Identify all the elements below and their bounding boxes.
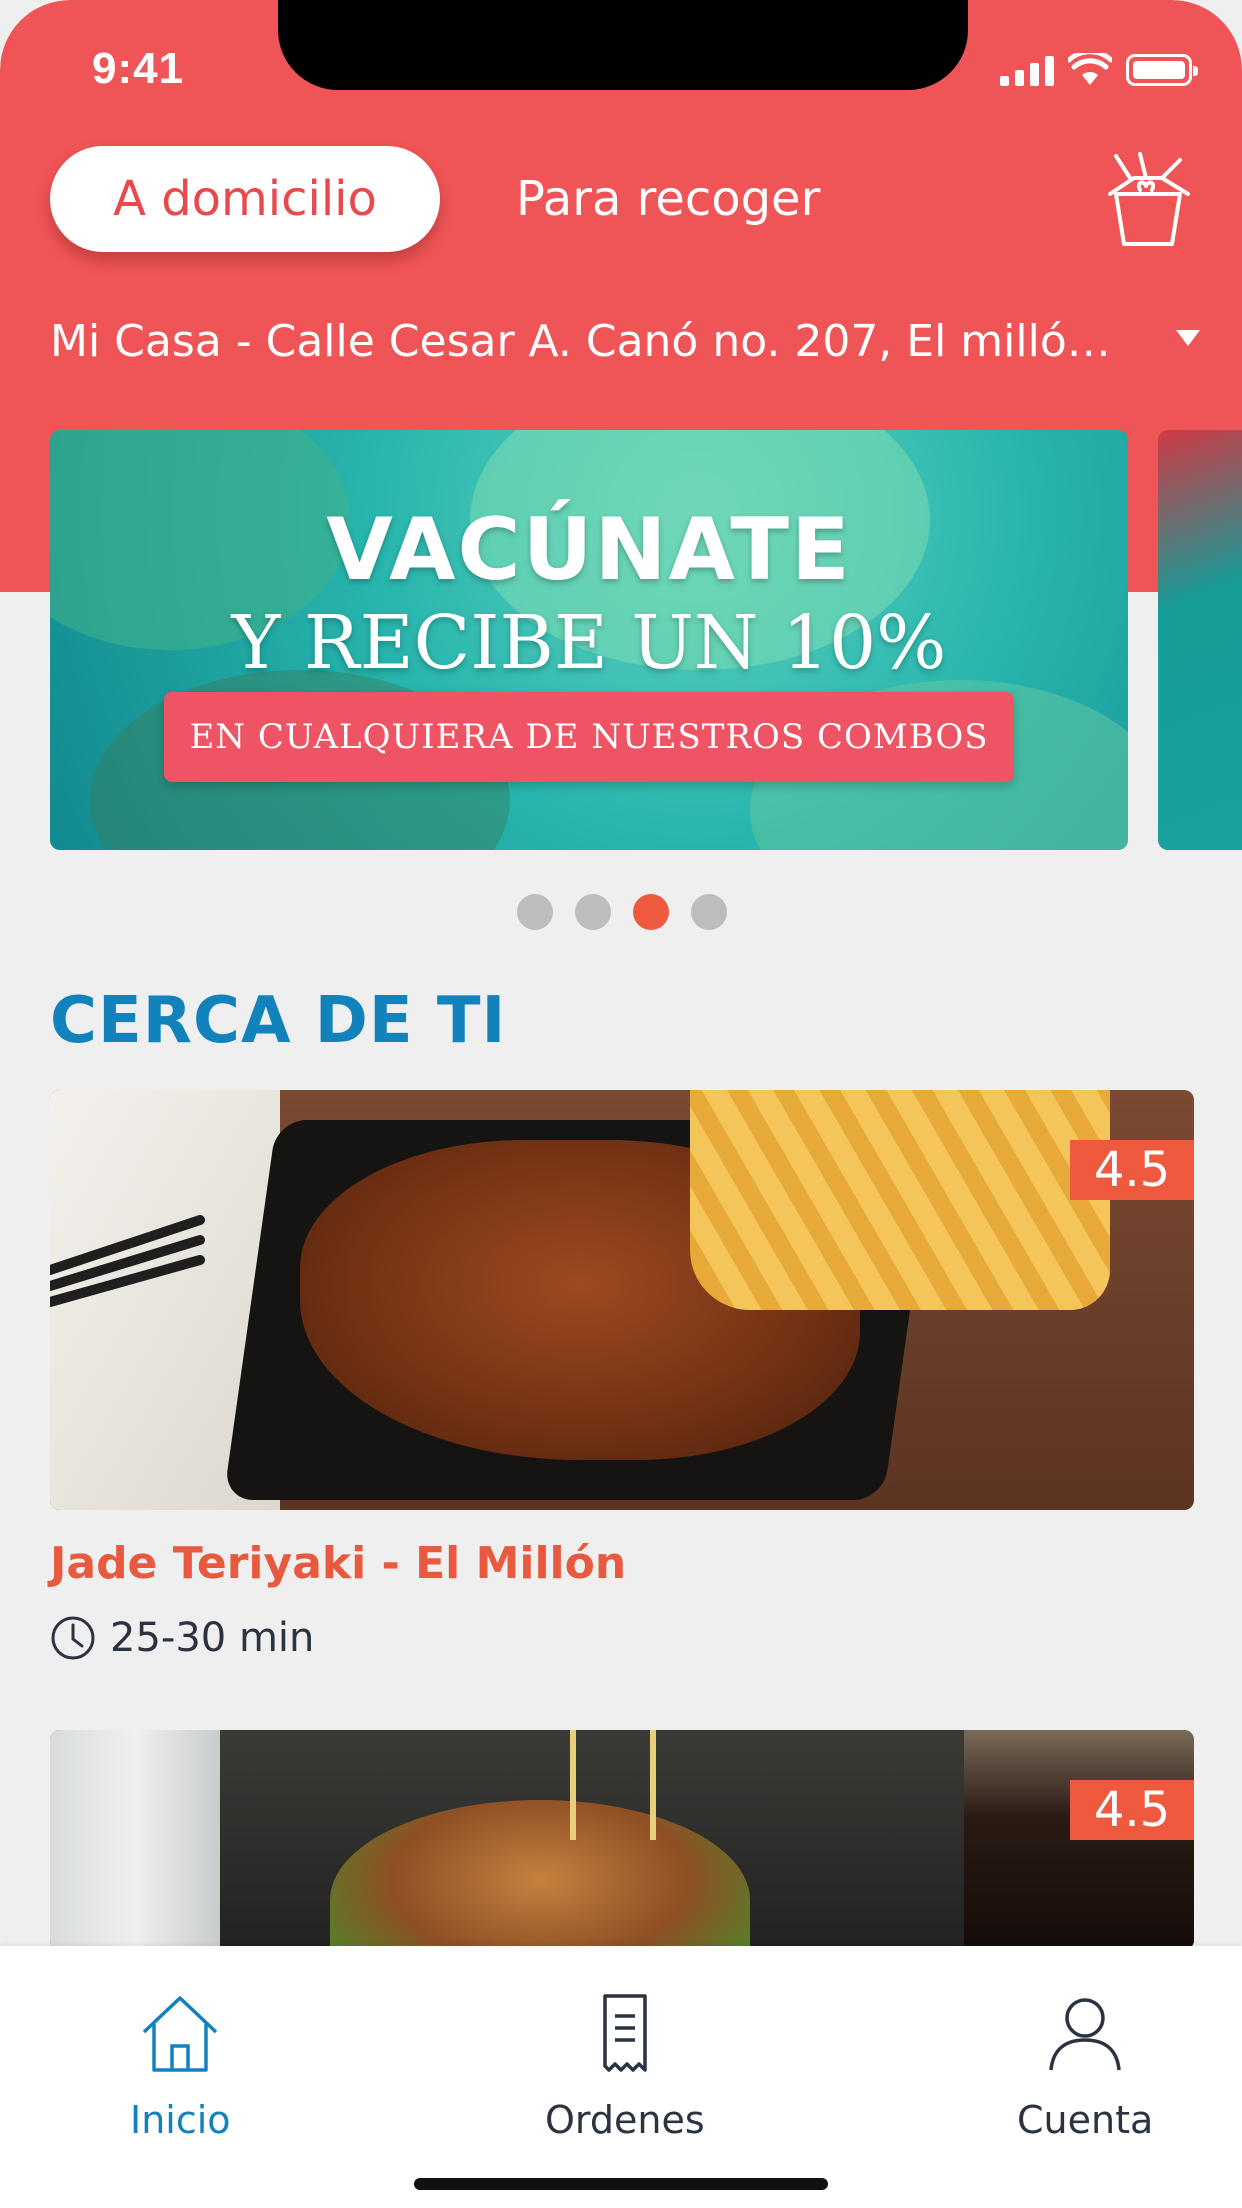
restaurant-image[interactable]: 4.5	[50, 1090, 1194, 1510]
skewer	[570, 1730, 576, 1840]
restaurant-name[interactable]: Jade Teriyaki - El Millón	[50, 1538, 626, 1589]
chevron-down-icon	[1176, 330, 1200, 346]
device-notch	[278, 0, 968, 90]
carousel-dot[interactable]	[575, 894, 611, 930]
tab-inicio[interactable]: Inicio	[130, 1992, 231, 2142]
next-banner-preview[interactable]	[1158, 430, 1242, 850]
banner-subtitle: Y RECIBE UN 10%	[231, 600, 947, 686]
banner-tag: EN CUALQUIERA DE NUESTROS COMBOS	[164, 692, 1014, 782]
tab-cuenta[interactable]: Cuenta	[1017, 1992, 1153, 2142]
clock-icon	[51, 1616, 95, 1660]
takeout-box-icon[interactable]	[1100, 150, 1196, 250]
tab-label: Cuenta	[1017, 2098, 1154, 2142]
tab-ordenes[interactable]: Ordenes	[545, 1992, 705, 2142]
delivery-mode-button[interactable]: A domicilio	[50, 146, 440, 252]
carousel-dot[interactable]	[691, 894, 727, 930]
wifi-icon	[1068, 53, 1112, 85]
signal-icon	[1000, 54, 1054, 86]
battery-icon	[1126, 54, 1198, 86]
section-title: CERCA DE TI	[50, 984, 507, 1058]
glass-decoration	[50, 1730, 220, 1950]
tab-label: Inicio	[130, 2098, 231, 2142]
home-indicator	[414, 2178, 828, 2190]
user-icon	[1049, 1998, 1121, 2071]
fries	[690, 1090, 1110, 1310]
restaurant-image[interactable]: 4.5	[50, 1730, 1194, 1950]
delivery-time-text: 25-30 min	[110, 1615, 315, 1661]
pickup-mode-button[interactable]: Para recoger	[516, 166, 820, 232]
carousel-dots	[517, 894, 727, 930]
fork-icon	[50, 1215, 205, 1307]
app-screen: 9:41 A domicilio Para recoger Mi Casa - …	[0, 0, 1242, 2208]
address-selector[interactable]: Mi Casa - Calle Cesar A. Canó no. 207, E…	[50, 310, 1200, 372]
delivery-time: 25-30 min	[50, 1610, 314, 1666]
tab-label: Ordenes	[545, 2098, 705, 2142]
skewer	[650, 1730, 656, 1840]
carousel-dot[interactable]	[517, 894, 553, 930]
promo-banner[interactable]: VACÚNATE Y RECIBE UN 10% EN CUALQUIERA D…	[50, 430, 1128, 850]
address-text: Mi Casa - Calle Cesar A. Canó no. 207, E…	[50, 315, 1130, 367]
rating-badge: 4.5	[1070, 1780, 1194, 1840]
receipt-icon	[603, 1994, 647, 2072]
sushi-roll	[330, 1800, 750, 1950]
status-icons	[1000, 50, 1198, 90]
bottom-tab-bar: Inicio Ordenes Cuenta	[0, 1946, 1242, 2208]
rating-badge: 4.5	[1070, 1140, 1194, 1200]
drink-cup	[964, 1730, 1194, 1950]
home-icon	[143, 1996, 218, 2072]
carousel-dot-active[interactable]	[633, 894, 669, 930]
status-time: 9:41	[92, 44, 185, 93]
banner-title: VACÚNATE	[326, 500, 852, 600]
